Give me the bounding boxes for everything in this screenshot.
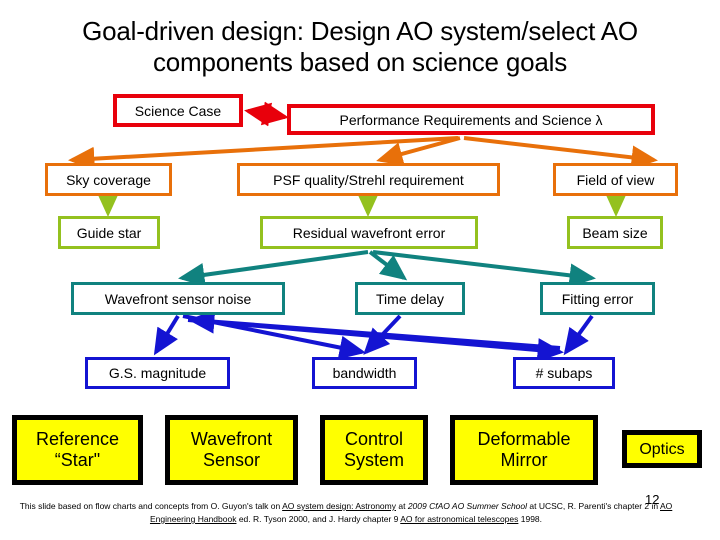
box-label: Residual wavefront error bbox=[292, 224, 446, 241]
box-control-system[interactable]: Control System bbox=[320, 415, 428, 485]
box-label: Science Case bbox=[134, 102, 222, 119]
box-label: G.S. magnitude bbox=[108, 365, 207, 381]
footer-attribution: This slide based on flow charts and conc… bbox=[16, 500, 676, 526]
slide-canvas: Goal-driven design: Design AO system/sel… bbox=[0, 0, 720, 540]
box-label: Wavefront sensor noise bbox=[104, 290, 252, 307]
box-label: Fitting error bbox=[561, 290, 634, 307]
arrow-perf-to-fieldofview bbox=[463, 136, 658, 170]
arrow-sciencecase-performance bbox=[244, 101, 289, 127]
arrow-wfsnoise-to-bandwidth bbox=[182, 314, 366, 360]
footer-text-5: 1998. bbox=[518, 514, 543, 524]
footer-italic-cfao: 2009 CfAO AO Summer School bbox=[407, 501, 528, 511]
arrow-residual-to-wfsnoise bbox=[178, 250, 369, 287]
box-label: Performance Requirements and Science λ bbox=[339, 111, 603, 128]
box-reference-star[interactable]: Reference “Star" bbox=[12, 415, 143, 485]
box-label: Sky coverage bbox=[66, 171, 151, 188]
box-label-line2: Mirror bbox=[500, 450, 548, 470]
box-residual-wavefront-error[interactable]: Residual wavefront error bbox=[260, 216, 478, 249]
title-accent: Goal-driven design: bbox=[82, 16, 304, 46]
box-science-case[interactable]: Science Case bbox=[113, 94, 243, 127]
arrow-subapsline-back-to-wfsnoise bbox=[188, 309, 561, 350]
box-label-line1: Control bbox=[344, 429, 403, 449]
box-label-line2: Sensor bbox=[202, 450, 261, 470]
box-deformable-mirror[interactable]: Deformable Mirror bbox=[450, 415, 598, 485]
page-number: 12 bbox=[645, 492, 660, 507]
footer-text-2: at bbox=[396, 501, 408, 511]
footer-link-ao-system-design[interactable]: AO system design: Astronomy bbox=[282, 501, 396, 511]
footer-text-4: ed. R. Tyson 2000, and J. Hardy chapter … bbox=[236, 514, 401, 524]
box-bandwidth[interactable]: bandwidth bbox=[312, 357, 417, 389]
box-label: # subaps bbox=[535, 365, 593, 381]
box-label-line2: “Star" bbox=[54, 450, 101, 470]
box-label-line2: System bbox=[343, 450, 404, 470]
box-optics[interactable]: Optics bbox=[622, 430, 702, 468]
footer-link-ao-for-astronomical-telescopes[interactable]: AO for astronomical telescopes bbox=[400, 514, 518, 524]
box-psf-quality-strehl[interactable]: PSF quality/Strehl requirement bbox=[237, 163, 500, 196]
box-label: Time delay bbox=[376, 290, 444, 307]
arrow-timedelay-to-bandwidth bbox=[363, 314, 402, 355]
arrow-residual-to-timedelay bbox=[368, 250, 408, 281]
box-label: Beam size bbox=[582, 224, 648, 241]
box-field-of-view[interactable]: Field of view bbox=[553, 163, 678, 196]
box-label-line1: Wavefront bbox=[190, 429, 273, 449]
footer-text-3: at UCSC, R. Parenti's chapter 2 in bbox=[527, 501, 660, 511]
page-title: Goal-driven design: Design AO system/sel… bbox=[30, 16, 690, 78]
box-label: PSF quality/Strehl requirement bbox=[273, 171, 464, 188]
arrow-perf-to-psf bbox=[376, 136, 461, 166]
box-fitting-error[interactable]: Fitting error bbox=[540, 282, 655, 315]
box-label: bandwidth bbox=[332, 365, 397, 381]
box-time-delay[interactable]: Time delay bbox=[355, 282, 465, 315]
box-label-line1: Reference bbox=[35, 429, 120, 449]
arrow-residual-to-fittingerror bbox=[372, 250, 596, 288]
box-label-line1: Optics bbox=[639, 440, 685, 458]
box-guide-star[interactable]: Guide star bbox=[58, 216, 160, 249]
box-wavefront-sensor-noise[interactable]: Wavefront sensor noise bbox=[71, 282, 285, 315]
box-performance-requirements[interactable]: Performance Requirements and Science λ bbox=[287, 104, 655, 135]
box-label: Field of view bbox=[576, 171, 655, 188]
arrow-wfsnoise-to-subaps bbox=[187, 318, 564, 363]
arrow-fittingerror-to-subaps bbox=[563, 314, 594, 356]
arrow-perf-to-skycoverage bbox=[68, 136, 459, 171]
footer-text-1: This slide based on flow charts and conc… bbox=[19, 501, 283, 511]
box-wavefront-sensor[interactable]: Wavefront Sensor bbox=[165, 415, 298, 485]
box-label-line1: Deformable bbox=[477, 429, 571, 449]
box-subaps[interactable]: # subaps bbox=[513, 357, 615, 389]
box-gs-magnitude[interactable]: G.S. magnitude bbox=[85, 357, 230, 389]
arrow-wfsnoise-to-gsmagnitude bbox=[153, 314, 180, 356]
box-label: Guide star bbox=[76, 224, 142, 241]
box-sky-coverage[interactable]: Sky coverage bbox=[45, 163, 172, 196]
box-beam-size[interactable]: Beam size bbox=[567, 216, 663, 249]
